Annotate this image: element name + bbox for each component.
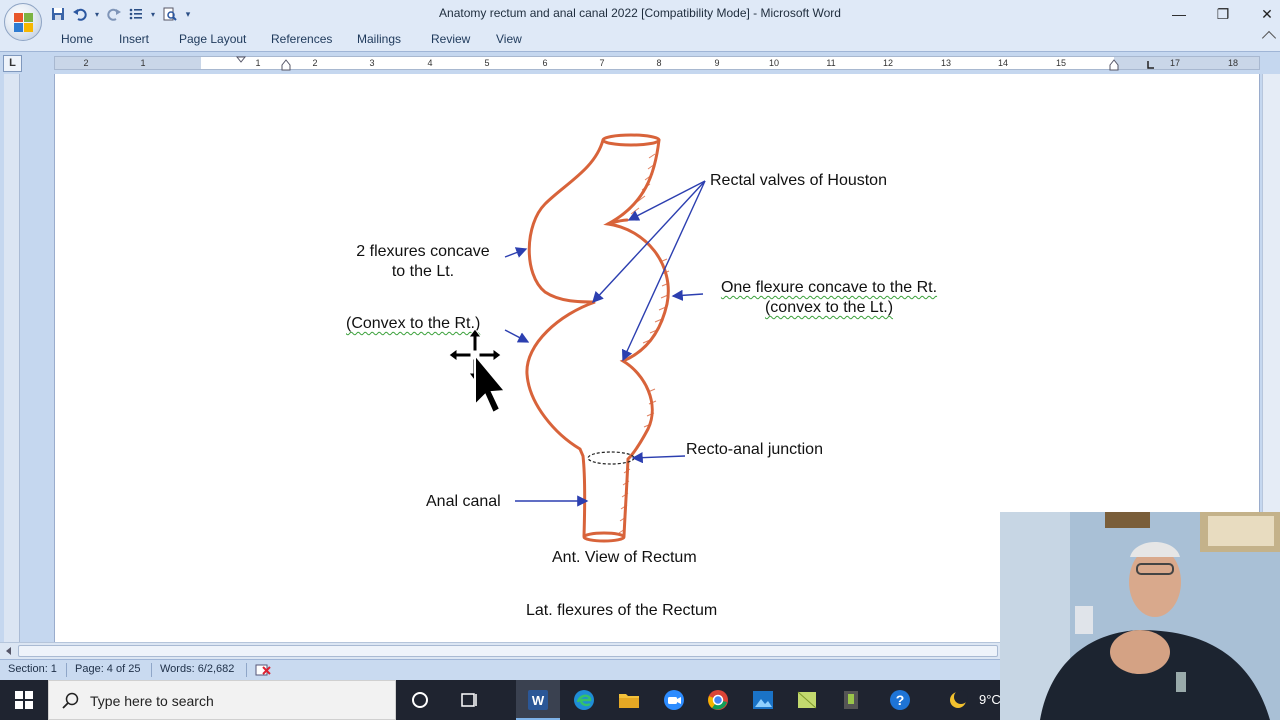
sticky-icon[interactable] [793,686,821,714]
ruler-number: 1 [140,58,146,68]
ruler-number: 11 [826,58,836,68]
ruler-number: 2 [83,58,89,68]
hanging-indent-marker[interactable] [280,59,292,71]
weather-temperature[interactable]: 9°C [979,692,1001,707]
start-button[interactable] [0,680,48,720]
chrome-icon[interactable] [704,686,732,714]
ruler-number: 10 [768,58,780,68]
label-one-flexure-line1-text: One flexure concave to the Rt. [720,279,938,296]
svg-text:?: ? [896,692,905,708]
ribbon-collapse-icon[interactable] [1261,30,1277,46]
label-anal-canal: Anal canal [426,493,501,510]
tab-stop-marker[interactable] [1145,60,1155,70]
ruler-number: 17 [1169,58,1181,68]
minimize-button[interactable]: — [1156,0,1202,28]
title-bar: ▾ ▾ ▾ Anatomy rectum and anal canal 2022… [0,0,1280,28]
ruler-number: 12 [882,58,894,68]
ruler-number: 7 [599,58,605,68]
ruler-number: 6 [542,58,548,68]
tab-view[interactable]: View [496,32,522,46]
label-recto-anal-junction: Recto-anal junction [686,441,823,458]
word-icon[interactable]: W [524,686,552,714]
move-cursor-icon [448,329,508,415]
search-icon [62,692,79,709]
proofing-icon[interactable] [255,663,271,677]
vertical-ruler [0,74,24,642]
label-one-flexure-line1: One flexure concave to the Rt. [705,278,953,298]
label-two-flexures-line1: 2 flexures concave [356,243,490,260]
cortana-icon[interactable] [406,686,434,714]
presenter-video-image [1000,512,1280,720]
ruler-row: L 2 1 1 2 3 4 5 6 7 8 9 10 11 12 13 14 1… [0,52,1280,74]
ruler-number: 18 [1227,58,1239,68]
zoom-icon[interactable] [660,686,688,714]
first-line-indent-marker[interactable] [235,56,247,70]
rectum-outline [525,133,670,543]
tab-insert[interactable]: Insert [119,32,149,46]
label-one-flexure-line2-text: (convex to the Lt.) [764,299,894,316]
app-icon[interactable] [838,686,866,714]
status-section[interactable]: Section: 1 [8,663,57,675]
status-bar: Section: 1 Page: 4 of 25 Words: 6/2,682 [0,659,1000,680]
label-one-flexure-line2: (convex to the Lt.) [705,298,953,318]
ruler-number: 2 [312,58,318,68]
search-placeholder: Type here to search [90,693,214,709]
ruler-left-margin [55,57,201,69]
restore-button[interactable]: ❐ [1200,0,1246,28]
windows-logo-icon [15,691,33,709]
task-view-icon[interactable] [455,686,483,714]
close-button[interactable]: ✕ [1244,0,1280,28]
help-icon[interactable]: ? [886,686,914,714]
tab-mailings[interactable]: Mailings [357,32,401,46]
webcam-overlay [1000,512,1280,720]
edge-icon[interactable] [570,686,598,714]
ruler-number: 3 [369,58,375,68]
tab-references[interactable]: References [271,32,332,46]
status-page[interactable]: Page: 4 of 25 [75,663,140,675]
diagram-subtitle: Lat. flexures of the Rectum [526,602,718,619]
scroll-left-icon[interactable] [4,646,12,656]
svg-text:W: W [532,693,545,708]
photos-icon[interactable] [749,686,777,714]
taskbar-search-box[interactable]: Type here to search [48,680,396,720]
ruler-number: 13 [940,58,952,68]
ruler-number: 15 [1055,58,1067,68]
weather-moon-icon[interactable] [944,686,972,714]
ruler-number: 9 [714,58,720,68]
diagram-caption: Ant. View of Rectum [552,549,697,566]
pointer-arrows [504,180,706,507]
ruler-number: 4 [427,58,433,68]
right-indent-marker[interactable] [1108,59,1120,71]
tab-home[interactable]: Home [61,32,93,46]
horizontal-ruler[interactable]: 2 1 1 2 3 4 5 6 7 8 9 10 11 12 13 14 15 … [54,56,1260,71]
office-button[interactable] [4,3,42,41]
tab-review[interactable]: Review [431,32,470,46]
tab-page-layout[interactable]: Page Layout [179,32,246,46]
window-title: Anatomy rectum and anal canal 2022 [Comp… [439,6,841,20]
file-explorer-icon[interactable] [615,686,643,714]
horizontal-scrollbar[interactable] [0,642,1000,659]
ruler-number: 8 [656,58,662,68]
status-words[interactable]: Words: 6/2,682 [160,663,234,675]
label-two-flexures-line2: to the Lt. [391,263,455,280]
tab-selector-button[interactable]: L [3,55,22,72]
ribbon-tabs: Home Insert Page Layout References Maili… [0,28,1280,52]
label-rectal-valves: Rectal valves of Houston [710,172,887,189]
ruler-number: 5 [484,58,490,68]
ruler-number: 1 [255,58,261,68]
scroll-thumb[interactable] [18,645,998,657]
ruler-number: 14 [997,58,1009,68]
office-logo-icon [14,13,34,33]
